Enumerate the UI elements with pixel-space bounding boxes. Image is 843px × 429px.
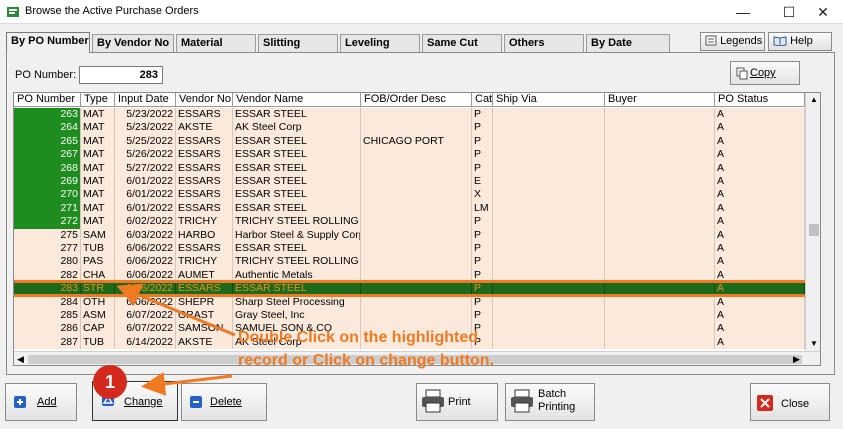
step-badge: 1: [93, 365, 127, 399]
annotation-line-2: record or Click on change button.: [238, 352, 495, 369]
tab-by-po-number[interactable]: By PO Number: [6, 32, 90, 53]
annotation-line-1: Double Click on the highlighted: [238, 329, 478, 346]
